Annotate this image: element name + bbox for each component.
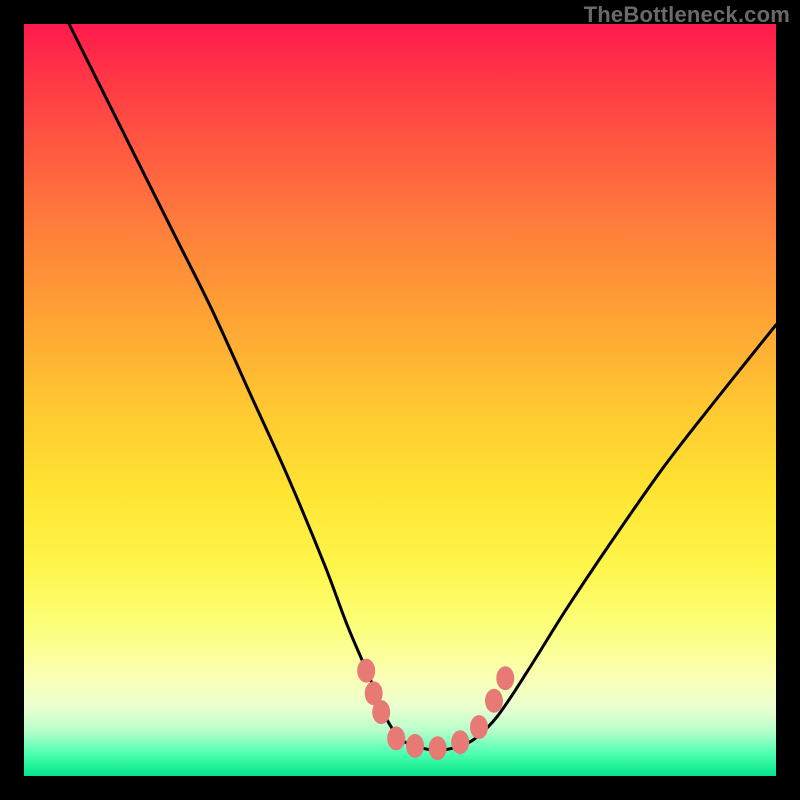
optimal-marker [357,659,375,683]
optimal-marker [470,715,488,739]
optimal-marker [372,700,390,724]
optimal-marker [365,681,383,705]
chart-frame: TheBottleneck.com [0,0,800,800]
optimal-marker [485,689,503,713]
optimal-marker [451,730,469,754]
optimal-marker [406,734,424,758]
curve-layer [24,24,776,776]
optimal-marker [496,666,514,690]
optimal-marker [387,726,405,750]
optimal-marker-group [357,659,514,761]
watermark-text: TheBottleneck.com [584,2,790,28]
plot-area [24,24,776,776]
optimal-marker [429,736,447,760]
bottleneck-curve [69,24,776,750]
